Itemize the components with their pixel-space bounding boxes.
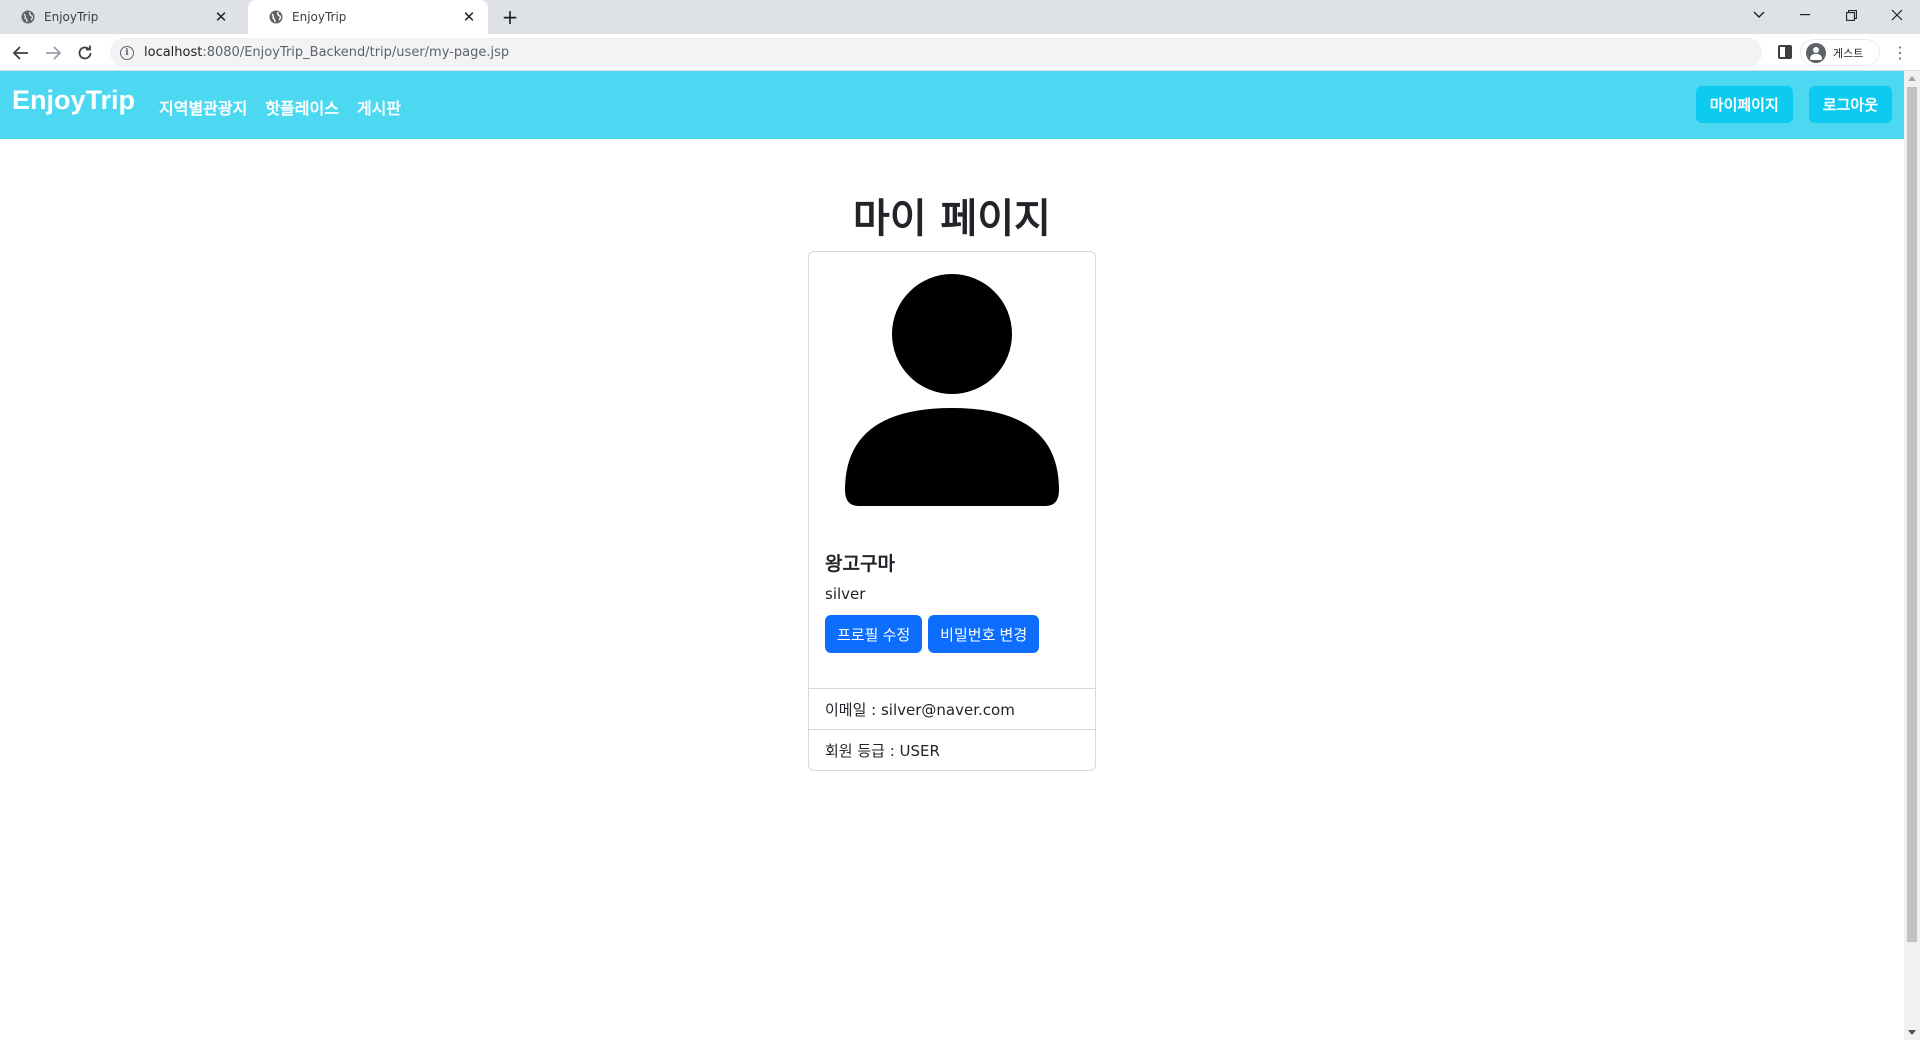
- restore-icon[interactable]: [1828, 0, 1874, 30]
- nav-actions: 마이페이지 로그아웃: [1695, 86, 1892, 123]
- brand-logo[interactable]: EnjoyTrip: [12, 85, 135, 116]
- site-navbar: EnjoyTrip 지역별관광지 핫플레이스 게시판 마이페이지 로그아웃: [0, 71, 1904, 139]
- logout-button[interactable]: 로그아웃: [1808, 86, 1892, 123]
- profile-button[interactable]: 게스트: [1800, 39, 1880, 66]
- page-viewport: EnjoyTrip 지역별관광지 핫플레이스 게시판 마이페이지 로그아웃 마이…: [0, 71, 1920, 1040]
- minimize-icon[interactable]: [1782, 0, 1828, 30]
- back-arrow-icon[interactable]: [8, 40, 34, 66]
- browser-toolbar: i localhost:8080/EnjoyTrip_Backend/trip/…: [0, 34, 1920, 71]
- guest-avatar-icon: [1806, 42, 1826, 63]
- globe-icon: [20, 9, 36, 25]
- url-path: :8080/EnjoyTrip_Backend/trip/user/my-pag…: [202, 45, 510, 60]
- scrollbar-thumb[interactable]: [1907, 87, 1917, 942]
- nav-link-regional-tourism[interactable]: 지역별관광지: [159, 95, 247, 119]
- address-bar[interactable]: i localhost:8080/EnjoyTrip_Backend/trip/…: [110, 38, 1762, 67]
- browser-chrome: EnjoyTrip ✕ EnjoyTrip ✕ + i localhost:8…: [0, 0, 1920, 71]
- nav-link-hotplace[interactable]: 핫플레이스: [265, 95, 339, 119]
- tab-strip: EnjoyTrip ✕ EnjoyTrip ✕ +: [0, 0, 1920, 34]
- info-icon[interactable]: i: [120, 45, 134, 60]
- nav-link-board[interactable]: 게시판: [357, 95, 401, 119]
- forward-arrow-icon[interactable]: [40, 40, 66, 66]
- close-icon[interactable]: ✕: [460, 8, 478, 26]
- url-host: localhost: [144, 45, 203, 60]
- page-title: 마이 페이지: [853, 196, 1051, 242]
- profile-card: 왕고구마 silver 프로필 수정 비밀번호 변경 이메일 : silver@…: [808, 251, 1096, 771]
- mypage-button[interactable]: 마이페이지: [1695, 86, 1793, 123]
- new-tab-button[interactable]: +: [498, 5, 522, 29]
- profile-details-list: 이메일 : silver@naver.com 회원 등급 : USER: [809, 688, 1095, 770]
- close-icon[interactable]: ✕: [212, 8, 230, 26]
- scroll-up-arrow-icon[interactable]: [1908, 76, 1916, 81]
- reload-icon[interactable]: [72, 40, 98, 66]
- side-panel-icon[interactable]: [1778, 45, 1792, 59]
- tab-title: EnjoyTrip: [292, 10, 347, 24]
- card-buttons: 프로필 수정 비밀번호 변경: [825, 615, 1081, 653]
- edit-profile-button[interactable]: 프로필 수정: [825, 615, 923, 653]
- browser-tab-1[interactable]: EnjoyTrip ✕: [0, 0, 240, 34]
- tab-search-icon[interactable]: [1736, 0, 1782, 30]
- scroll-down-arrow-icon[interactable]: [1908, 1030, 1916, 1035]
- globe-icon: [268, 9, 284, 25]
- vertical-scrollbar[interactable]: [1904, 71, 1920, 1040]
- change-password-button[interactable]: 비밀번호 변경: [928, 615, 1040, 653]
- more-menu-icon[interactable]: ⋮: [1890, 42, 1910, 62]
- person-icon: [845, 274, 1059, 506]
- user-name: 왕고구마: [825, 553, 895, 575]
- nav-links: 지역별관광지 핫플레이스 게시판: [159, 95, 401, 119]
- avatar: [809, 252, 1095, 512]
- profile-label: 게스트: [1833, 46, 1864, 60]
- role-item: 회원 등급 : USER: [809, 729, 1095, 770]
- window-close-icon[interactable]: [1874, 0, 1920, 30]
- user-grade: silver: [825, 585, 866, 603]
- browser-tab-2[interactable]: EnjoyTrip ✕: [248, 0, 488, 34]
- tab-title: EnjoyTrip: [44, 10, 99, 24]
- email-item: 이메일 : silver@naver.com: [809, 688, 1095, 729]
- card-body: 왕고구마 silver 프로필 수정 비밀번호 변경: [825, 549, 1081, 653]
